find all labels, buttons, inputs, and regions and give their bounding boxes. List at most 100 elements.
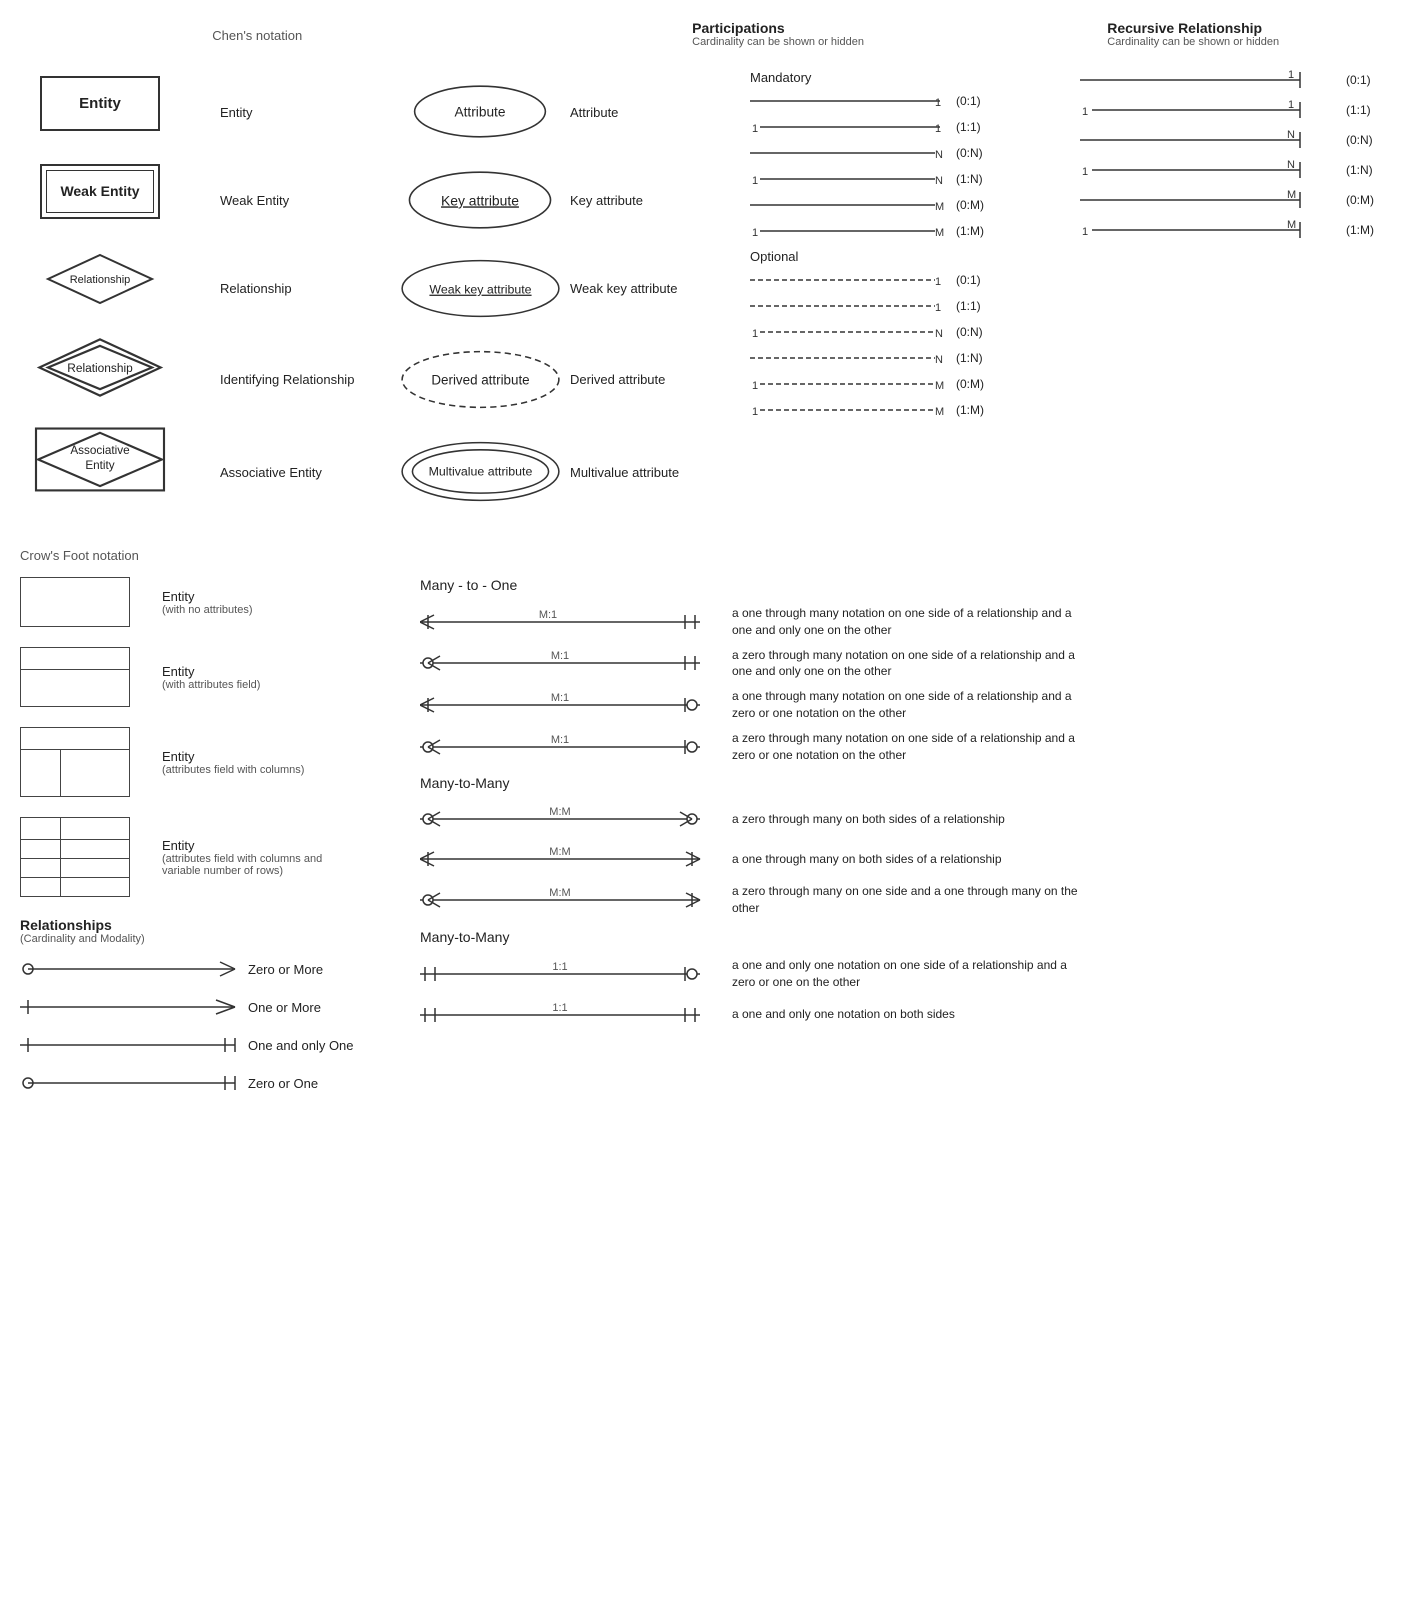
svg-text:M:M: M:M [549,887,570,899]
weak-key-attribute-shape-row: Weak key attribute [390,244,570,332]
svg-text:1: 1 [752,380,758,392]
11-row2-svg: 1:1 [420,999,720,1031]
one-or-more-svg [20,993,240,1021]
m1-row-3: M:1 a one through many notation on one s… [420,688,1384,722]
optional-row-5: 1 M (0:M) [750,374,1060,394]
optional-line-5-svg: 1 M [750,374,950,394]
recursive-notation-4: (1:N) [1346,163,1373,177]
m1-desc-2: a zero through many notation on one side… [732,647,1092,681]
one-only-one-svg [20,1031,240,1059]
optional-notation-3: (0:N) [956,325,983,339]
crows-main-row: Entity (with no attributes) Entity (with… [20,577,1384,1107]
entity-rect: Entity [40,76,160,131]
crows-notation-right: Many - to - One M:1 a one through many n… [380,577,1384,1107]
associative-entity-row: Associative Entity [20,420,220,500]
m1-row3-svg: M:1 [420,689,720,721]
svg-text:1: 1 [752,406,758,418]
key-attribute-shape-row: Key attribute [390,156,570,244]
multivalue-attribute-shape-row: Multivalue attribute [390,427,570,517]
11-desc-1: a one and only one notation on one side … [732,957,1092,991]
svg-text:M: M [1287,219,1296,231]
one-or-more-label: One or More [248,1000,321,1015]
zero-or-one-label: Zero or One [248,1076,318,1091]
m1-desc-3: a one through many notation on one side … [732,688,1092,722]
svg-text:M:M: M:M [549,806,570,818]
recursive-notation-5: (0:M) [1346,193,1374,207]
11-row-2: 1:1 a one and only one notation on both … [420,999,1384,1031]
svg-text:1: 1 [752,328,758,340]
mandatory-line-3-svg: N [750,143,950,163]
zero-or-one-row: Zero or One [20,1069,380,1097]
recursive-notation-2: (1:1) [1346,103,1371,117]
entity-text: Entity [79,95,121,112]
cf-entity-cols-row: Entity (attributes field with columns) [20,727,380,797]
mandatory-notation-1: (0:1) [956,94,981,108]
cf-entity-cols-box [20,727,150,797]
weak-entity-label: Weak Entity [220,156,390,244]
m1-row-2: M:1 a zero through many notation on one … [420,647,1384,681]
mandatory-row-2: 1 1 (1:1) [750,117,1060,137]
crows-entities-section: Entity (with no attributes) Entity (with… [20,577,380,1107]
svg-text:1: 1 [752,123,758,135]
mm-row-3: M:M a zero through many on one side and … [420,883,1384,917]
svg-text:1:1: 1:1 [552,961,567,973]
participations-title: Participations [692,20,1107,36]
svg-text:1: 1 [935,97,941,109]
mm-row-1: M:M a zero through many on both sides of… [420,803,1384,835]
mandatory-notation-3: (0:N) [956,146,983,160]
recursive-row-2: 1 1 (1:1) [1080,98,1380,122]
svg-text:N: N [935,175,943,187]
mm-desc-1: a zero through many on both sides of a r… [732,811,1005,828]
svg-text:1: 1 [1082,226,1088,238]
optional-row-4: N (1:N) [750,348,1060,368]
zero-or-one-svg [20,1069,240,1097]
relationship-label: Relationship [220,244,390,332]
svg-text:1: 1 [752,175,758,187]
svg-text:M:1: M:1 [551,650,569,662]
optional-notation-2: (1:1) [956,299,981,313]
zero-or-more-svg [20,955,240,983]
identifying-relationship-shape: Relationship [20,335,180,400]
many-to-many-label: Many-to-Many [420,775,1384,791]
rel-card-title: Relationships [20,917,380,933]
svg-text:Associative: Associative [70,444,129,457]
recursive-row-3: N (0:N) [1080,128,1380,152]
svg-text:M: M [935,380,944,392]
mandatory-line-2-svg: 1 1 [750,117,950,137]
cf-entity-cols-label: Entity (attributes field with columns) [162,749,304,776]
svg-text:M: M [935,201,944,213]
multivalue-attr-svg: Multivalue attribute [398,437,563,507]
recursive-line-2-svg: 1 1 [1080,98,1340,122]
svg-text:M:1: M:1 [539,609,557,621]
chens-entity-labels: Entity Weak Entity Relationship Identify… [220,68,390,518]
recursive-header: Recursive Relationship Cardinality can b… [1107,20,1384,48]
mandatory-line-4-svg: 1 N [750,169,950,189]
svg-text:Attribute: Attribute [455,105,506,120]
svg-text:N: N [1287,159,1295,171]
derived-attribute-label: Derived attribute [570,332,730,427]
associative-entity-svg: Associative Entity [25,420,175,500]
optional-line-2-svg: 1 [750,296,950,316]
svg-text:M:1: M:1 [551,734,569,746]
multivalue-attribute-label: Multivalue attribute [570,427,730,517]
chens-attributes-column: Attribute Key attribute Weak key attribu… [390,68,570,518]
entity-label: Entity [220,68,390,156]
participations-subtitle: Cardinality can be shown or hidden [692,36,1107,48]
mandatory-notation-6: (1:M) [956,224,984,238]
optional-notation-5: (0:M) [956,377,984,391]
cf-entity-attrs-shape [20,647,130,707]
weak-entity-shape: Weak Entity [20,164,180,219]
svg-text:1: 1 [1082,106,1088,118]
svg-text:Relationship: Relationship [70,274,131,286]
optional-notation-4: (1:N) [956,351,983,365]
svg-text:Relationship: Relationship [67,360,133,374]
recursive-subtitle: Cardinality can be shown or hidden [1107,36,1384,48]
identifying-rel-label: Identifying Relationship [220,332,390,427]
relationship-shape: Relationship [20,252,180,307]
recursive-notation-3: (0:N) [1346,133,1373,147]
cf-entity-plain-label: Entity (with no attributes) [162,589,252,616]
derived-attribute-shape-row: Derived attribute [390,332,570,427]
m1-row2-svg: M:1 [420,647,720,679]
relationship-diamond-svg: Relationship [45,252,155,307]
recursive-notation-6: (1:M) [1346,223,1374,237]
